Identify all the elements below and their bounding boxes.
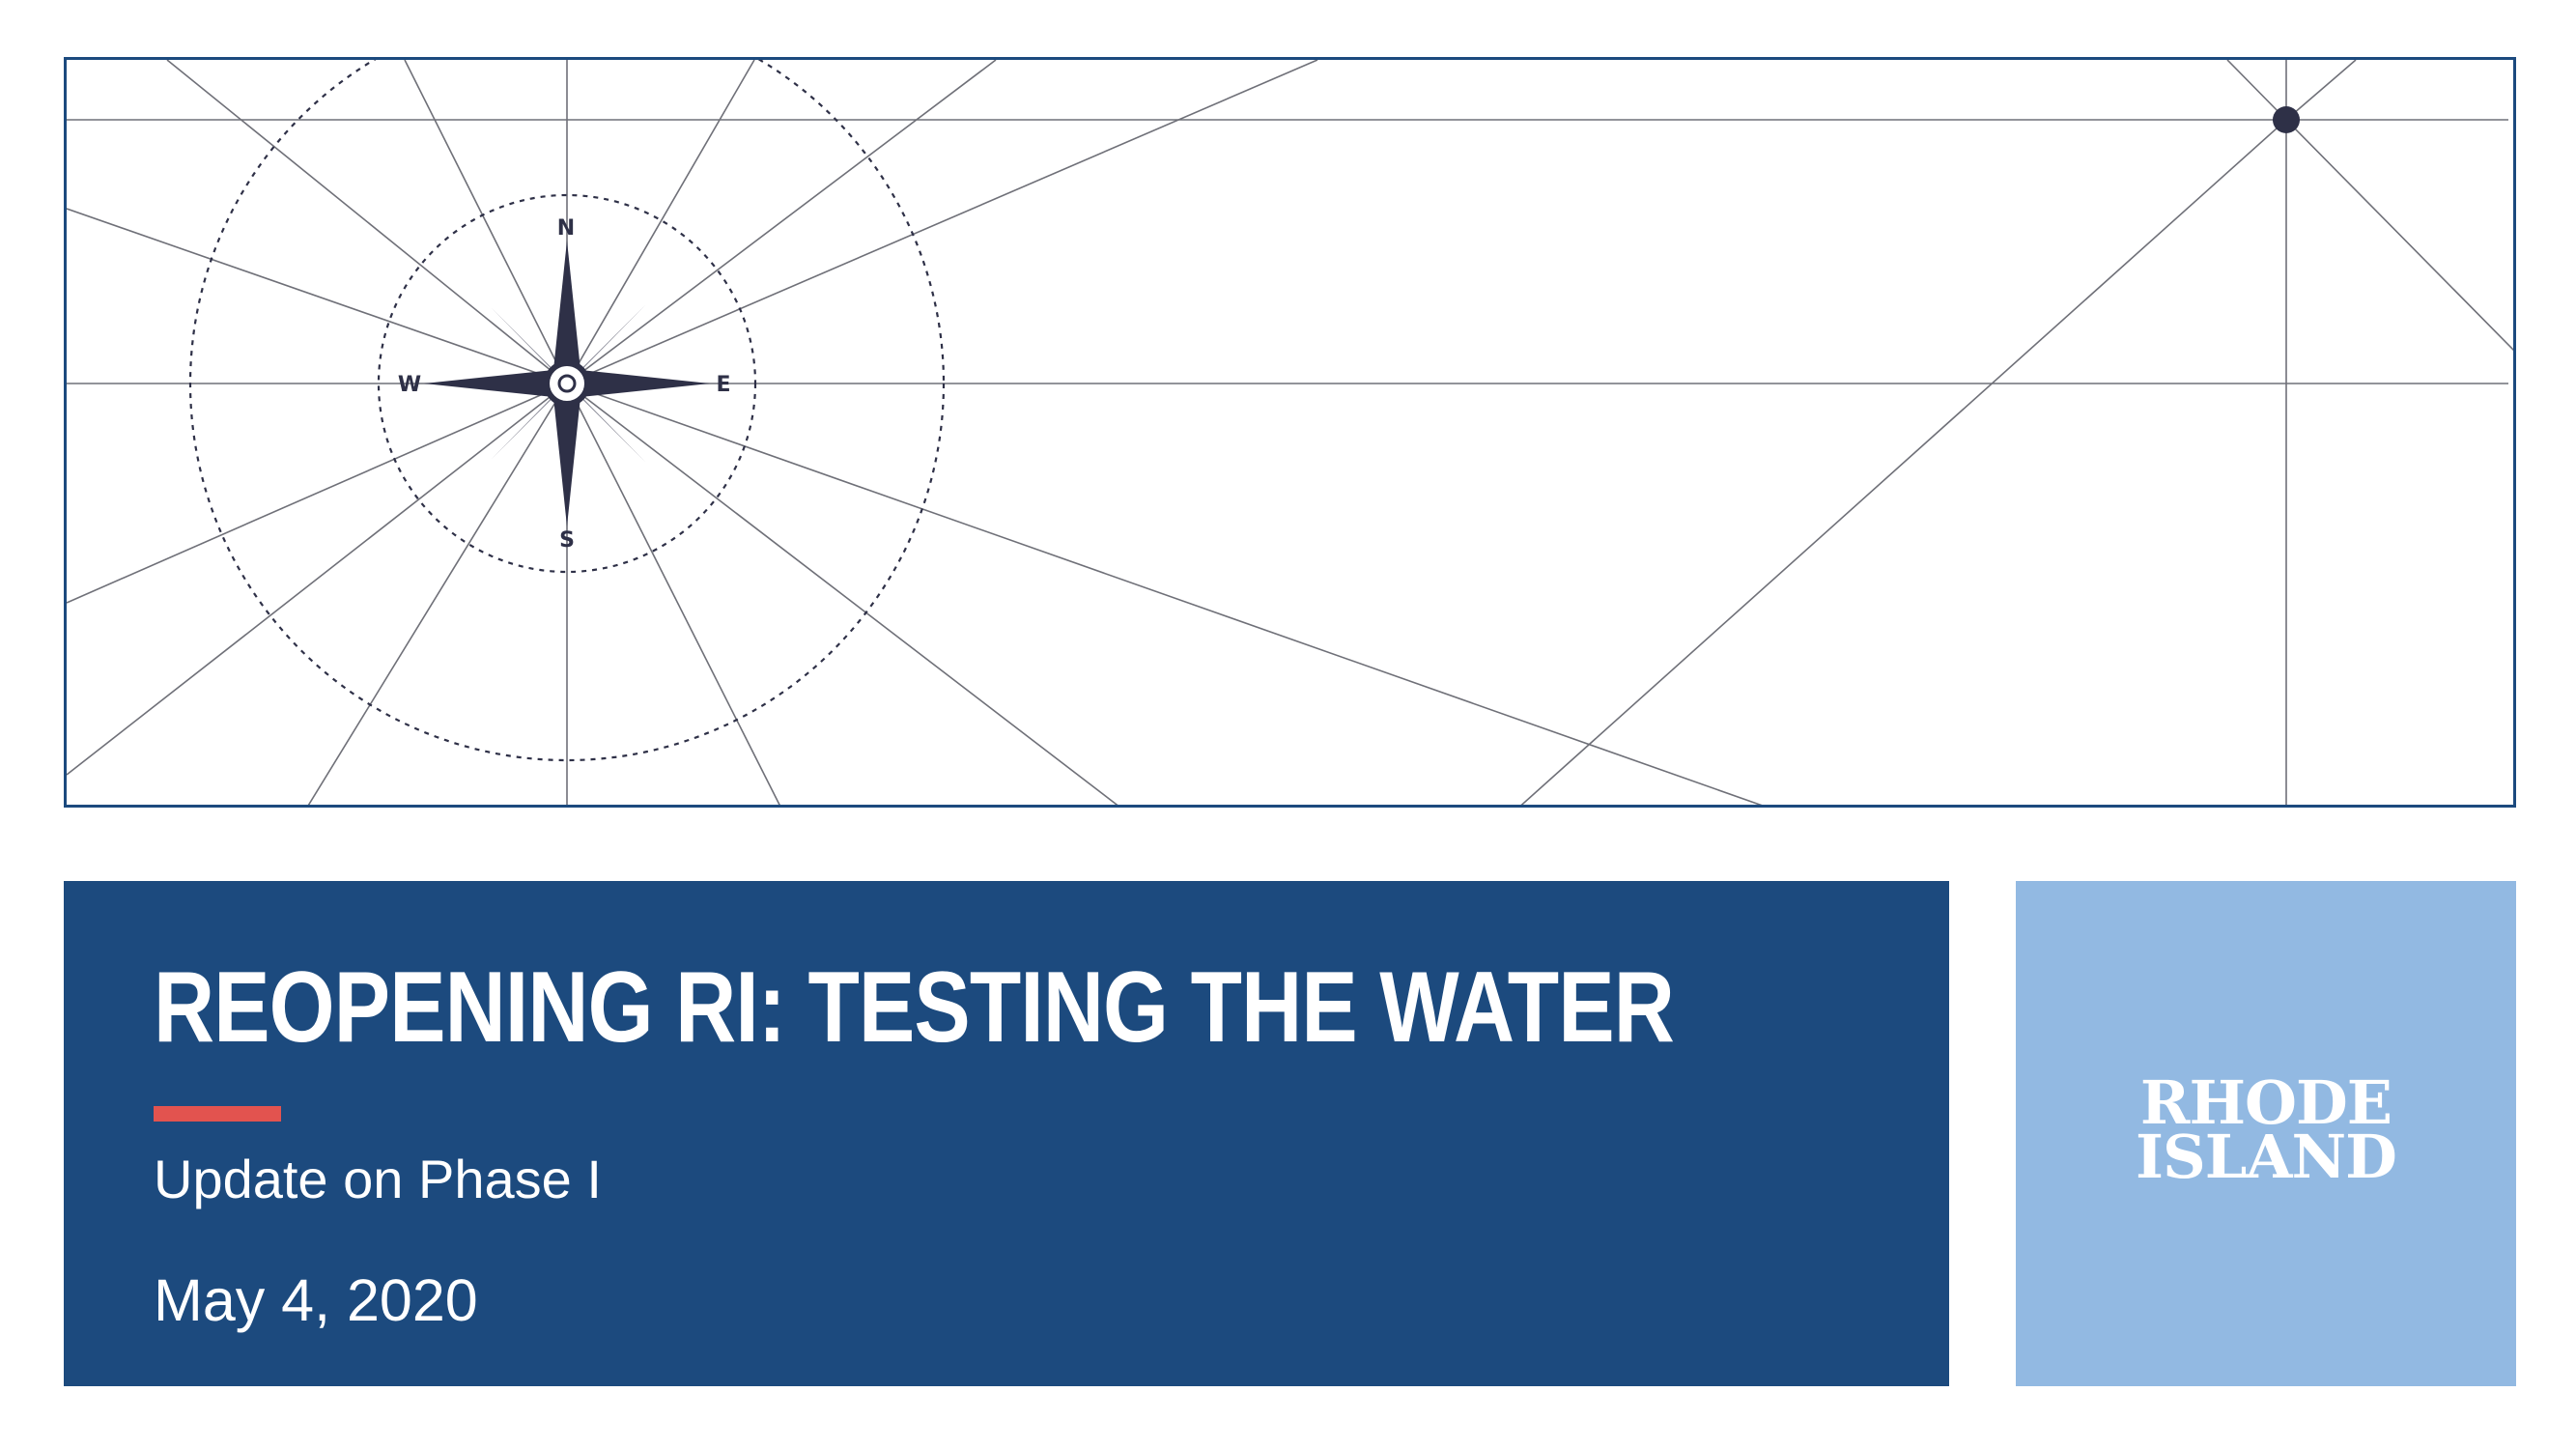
logo-panel: RHODE ISLAND xyxy=(2016,881,2516,1386)
title-panel: REOPENING RI: TESTING THE WATER Update o… xyxy=(64,881,1949,1386)
nautical-chart-graphic: N S W E xyxy=(67,60,2513,805)
slide-date: May 4, 2020 xyxy=(154,1267,478,1333)
logo-line-2: ISLAND xyxy=(2136,1122,2397,1192)
compass-rose-icon xyxy=(424,241,710,526)
chart-banner: N S W E xyxy=(64,57,2516,808)
compass-label-east: E xyxy=(716,373,730,397)
rhumb-lines xyxy=(67,60,2513,805)
compass-label-south: S xyxy=(559,528,575,553)
accent-rule xyxy=(154,1106,281,1122)
slide-subtitle: Update on Phase I xyxy=(154,1149,602,1209)
slide-title: REOPENING RI: TESTING THE WATER xyxy=(154,952,1675,1064)
compass-label-west: W xyxy=(398,373,421,397)
compass-label-north: N xyxy=(557,216,575,241)
rhode-island-logo: RHODE ISLAND xyxy=(2016,1073,2516,1192)
waypoint-dot xyxy=(2273,106,2300,133)
